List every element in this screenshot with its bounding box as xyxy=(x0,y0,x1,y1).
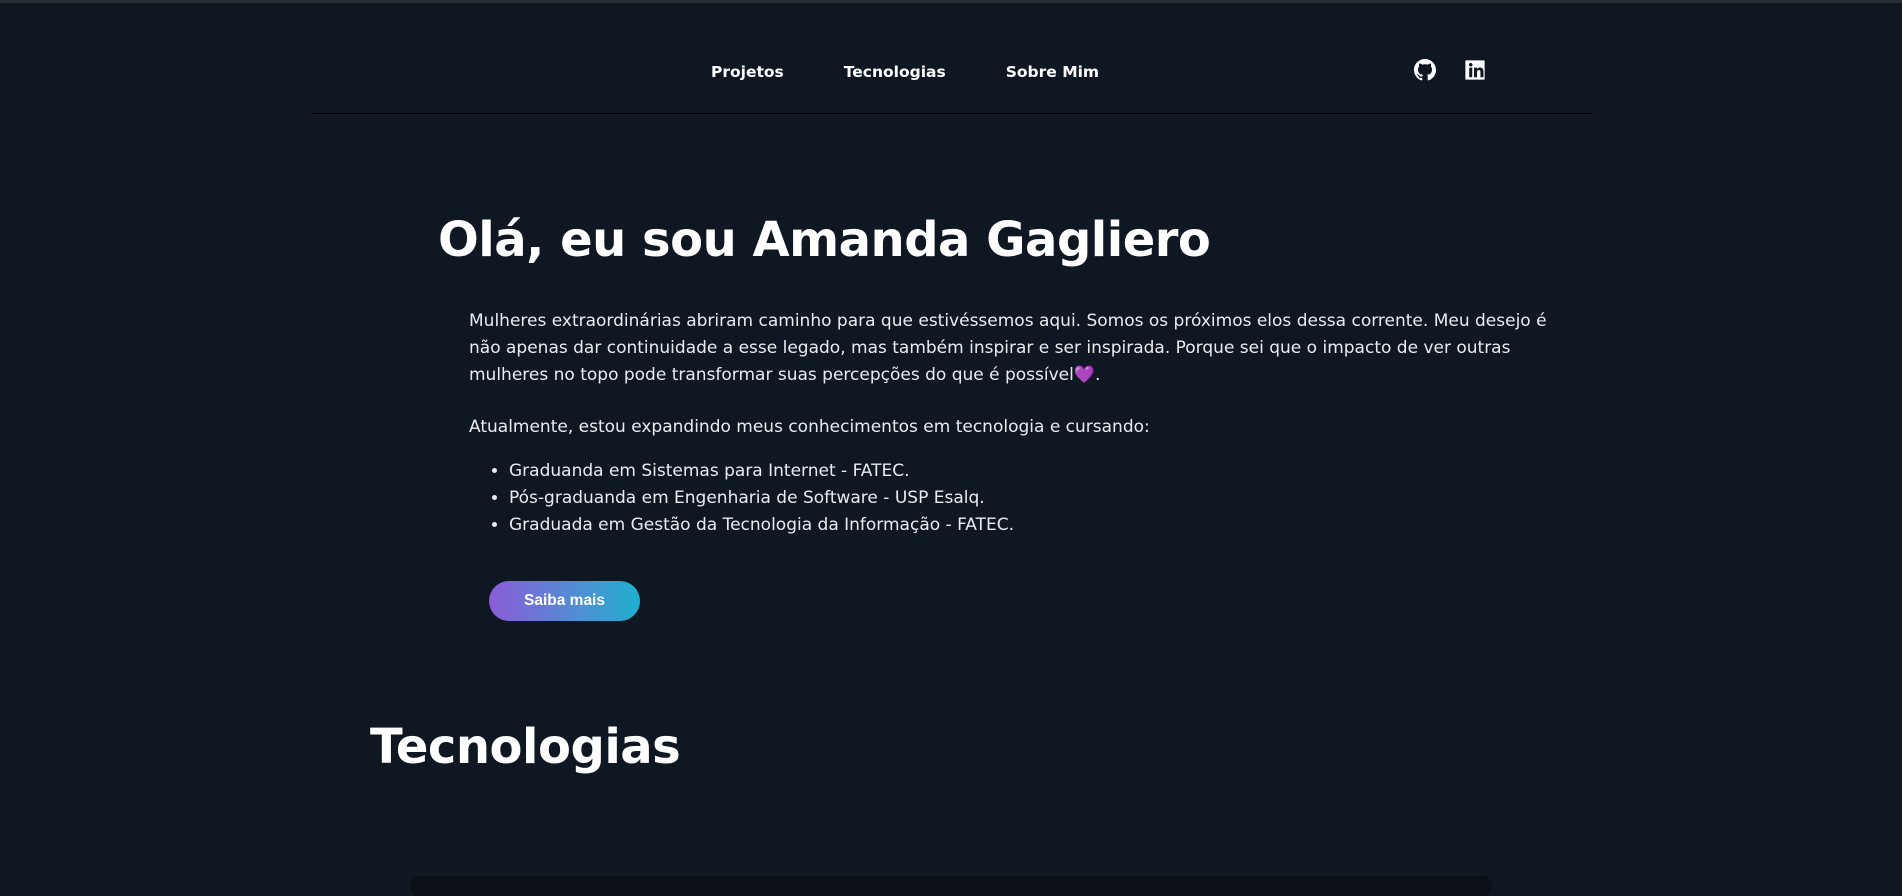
list-item: Graduanda em Sistemas para Internet - FA… xyxy=(509,458,1014,485)
intro-paragraph: Mulheres extraordinárias abriram caminho… xyxy=(469,308,1574,389)
github-icon[interactable] xyxy=(1414,59,1436,81)
linkedin-icon-graphic xyxy=(1465,60,1485,80)
hero-title: Olá, eu sou Amanda Gagliero xyxy=(438,212,1211,268)
window-top-border xyxy=(0,0,1902,3)
intro-end: . xyxy=(1095,365,1101,385)
saiba-mais-button[interactable]: Saiba mais xyxy=(489,581,640,621)
github-icon-graphic xyxy=(1414,59,1436,81)
technologies-panel xyxy=(410,876,1492,896)
nav-link-projetos[interactable]: Projetos xyxy=(711,63,784,81)
navbar: Projetos Tecnologias Sobre Mim xyxy=(312,36,1592,114)
list-item: Graduada em Gestão da Tecnologia da Info… xyxy=(509,512,1014,539)
intro-text: Mulheres extraordinárias abriram caminho… xyxy=(469,311,1547,385)
nav-link-sobre-mim[interactable]: Sobre Mim xyxy=(1006,63,1099,81)
linkedin-icon[interactable] xyxy=(1464,59,1486,81)
purple-heart-icon: 💜 xyxy=(1073,365,1096,385)
tecnologias-section-title: Tecnologias xyxy=(370,719,681,775)
list-item: Pós-graduanda em Engenharia de Software … xyxy=(509,485,1014,512)
current-studies-text: Atualmente, estou expandindo meus conhec… xyxy=(469,417,1150,437)
nav-link-tecnologias[interactable]: Tecnologias xyxy=(844,63,946,81)
courses-list: Graduanda em Sistemas para Internet - FA… xyxy=(469,458,1014,539)
nav-links: Projetos Tecnologias Sobre Mim xyxy=(711,63,1159,81)
